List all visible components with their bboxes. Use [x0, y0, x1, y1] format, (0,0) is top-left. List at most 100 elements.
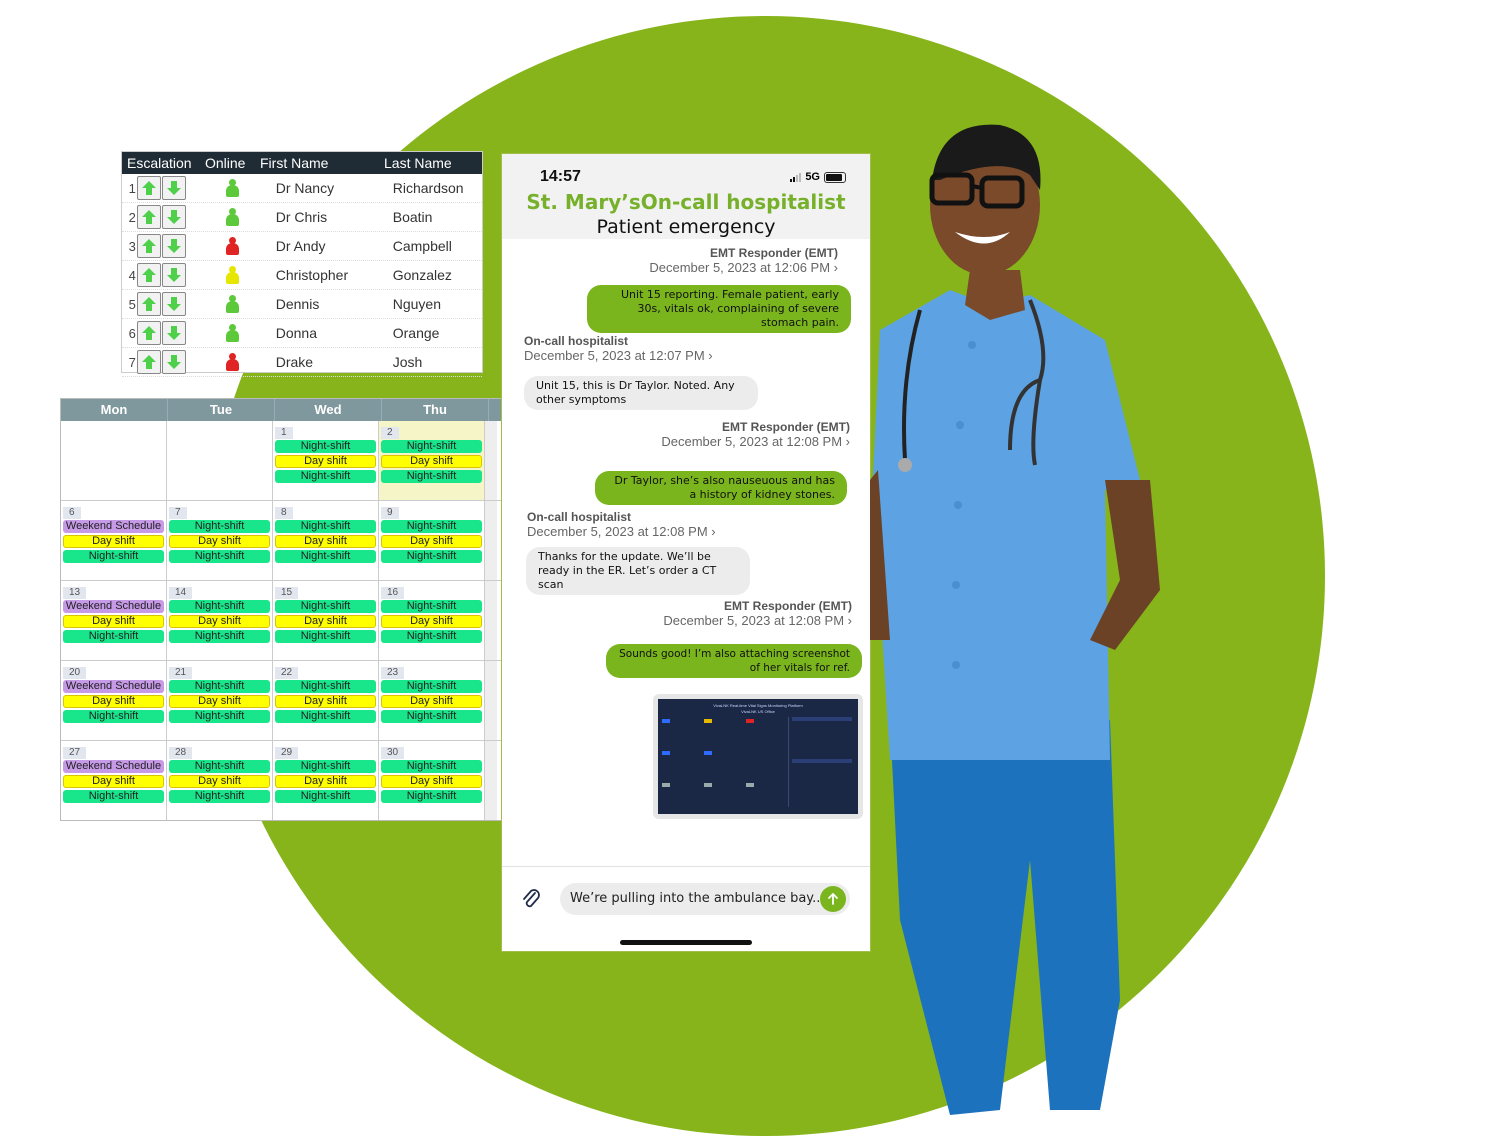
- move-up-button[interactable]: [136, 292, 161, 316]
- paperclip-icon[interactable]: [520, 887, 542, 916]
- calendar-day[interactable]: [61, 421, 167, 500]
- shift-event-night[interactable]: Night-shift: [381, 680, 482, 693]
- calendar-day[interactable]: 16 Night-shift Day shift Night-shift: [379, 581, 485, 660]
- calendar-day[interactable]: 6 Weekend Schedule Day shift Night-shift: [61, 501, 167, 580]
- message-timestamp[interactable]: December 5, 2023 at 12:08 PM: [661, 434, 842, 449]
- shift-event-night[interactable]: Night-shift: [169, 600, 270, 613]
- shift-event-day[interactable]: Day shift: [63, 695, 164, 708]
- shift-event-night[interactable]: Night-shift: [63, 790, 164, 803]
- shift-event-night[interactable]: Night-shift: [275, 550, 376, 563]
- shift-event-night[interactable]: Night-shift: [381, 710, 482, 723]
- shift-event-night[interactable]: Night-shift: [381, 600, 482, 613]
- calendar-day[interactable]: 8 Night-shift Day shift Night-shift: [273, 501, 379, 580]
- calendar-day[interactable]: 30 Night-shift Day shift Night-shift: [379, 741, 485, 820]
- message-input[interactable]: We’re pulling into the ambulance bay..: [560, 883, 850, 915]
- arrow-up-icon: [140, 266, 158, 284]
- shift-event-night[interactable]: Night-shift: [275, 470, 376, 483]
- shift-event-day[interactable]: Day shift: [381, 455, 482, 468]
- calendar-day[interactable]: 1 Night-shift Day shift Night-shift: [273, 421, 379, 500]
- send-button[interactable]: [820, 886, 846, 912]
- move-down-button[interactable]: [161, 176, 186, 200]
- shift-event-night[interactable]: Night-shift: [381, 440, 482, 453]
- move-up-button[interactable]: [136, 263, 161, 287]
- calendar-day[interactable]: 29 Night-shift Day shift Night-shift: [273, 741, 379, 820]
- shift-event-day[interactable]: Day shift: [275, 695, 376, 708]
- last-name: Campbell: [392, 238, 452, 254]
- calendar-day[interactable]: 9 Night-shift Day shift Night-shift: [379, 501, 485, 580]
- calendar-day[interactable]: 14 Night-shift Day shift Night-shift: [167, 581, 273, 660]
- shift-event-day[interactable]: Day shift: [63, 535, 164, 548]
- shift-event-day[interactable]: Day shift: [381, 775, 482, 788]
- move-down-button[interactable]: [161, 292, 186, 316]
- shift-event-day[interactable]: Day shift: [275, 775, 376, 788]
- move-up-button[interactable]: [136, 176, 161, 200]
- calendar-day[interactable]: 2 Night-shift Day shift Night-shift: [379, 421, 485, 500]
- calendar-day[interactable]: 7 Night-shift Day shift Night-shift: [167, 501, 273, 580]
- calendar-day[interactable]: 21 Night-shift Day shift Night-shift: [167, 661, 273, 740]
- calendar-day[interactable]: 15 Night-shift Day shift Night-shift: [273, 581, 379, 660]
- shift-event-night[interactable]: Night-shift: [169, 790, 270, 803]
- shift-event-weekend[interactable]: Weekend Schedule: [63, 760, 164, 773]
- move-down-button[interactable]: [161, 205, 186, 229]
- shift-event-night[interactable]: Night-shift: [63, 630, 164, 643]
- shift-event-day[interactable]: Day shift: [169, 535, 270, 548]
- shift-event-weekend[interactable]: Weekend Schedule: [63, 520, 164, 533]
- calendar-day[interactable]: [167, 421, 273, 500]
- shift-event-weekend[interactable]: Weekend Schedule: [63, 600, 164, 613]
- shift-event-night[interactable]: Night-shift: [169, 520, 270, 533]
- shift-event-night[interactable]: Night-shift: [63, 710, 164, 723]
- calendar-day[interactable]: 20 Weekend Schedule Day shift Night-shift: [61, 661, 167, 740]
- move-down-button[interactable]: [161, 234, 186, 258]
- calendar-day[interactable]: 22 Night-shift Day shift Night-shift: [273, 661, 379, 740]
- shift-event-day[interactable]: Day shift: [169, 615, 270, 628]
- shift-event-night[interactable]: Night-shift: [169, 760, 270, 773]
- shift-event-day[interactable]: Day shift: [275, 615, 376, 628]
- shift-event-day[interactable]: Day shift: [381, 695, 482, 708]
- move-up-button[interactable]: [136, 350, 161, 374]
- message-timestamp[interactable]: December 5, 2023 at 12:08 PM: [663, 613, 844, 628]
- status-time: 14:57: [540, 168, 581, 185]
- shift-event-day[interactable]: Day shift: [63, 775, 164, 788]
- shift-event-night[interactable]: Night-shift: [381, 790, 482, 803]
- shift-event-night[interactable]: Night-shift: [275, 680, 376, 693]
- move-down-button[interactable]: [161, 350, 186, 374]
- vitals-screenshot-attachment[interactable]: VivaLNK Real-time Vital Signs Monitoring…: [653, 694, 863, 819]
- shift-event-day[interactable]: Day shift: [63, 615, 164, 628]
- shift-event-night[interactable]: Night-shift: [275, 790, 376, 803]
- shift-event-night[interactable]: Night-shift: [169, 680, 270, 693]
- shift-event-day[interactable]: Day shift: [275, 535, 376, 548]
- shift-event-night[interactable]: Night-shift: [275, 710, 376, 723]
- shift-event-day[interactable]: Day shift: [381, 535, 482, 548]
- shift-event-night[interactable]: Night-shift: [63, 550, 164, 563]
- shift-event-night[interactable]: Night-shift: [381, 630, 482, 643]
- shift-event-day[interactable]: Day shift: [275, 455, 376, 468]
- message-timestamp[interactable]: December 5, 2023 at 12:08 PM: [527, 524, 708, 539]
- shift-event-night[interactable]: Night-shift: [275, 630, 376, 643]
- shift-event-night[interactable]: Night-shift: [381, 520, 482, 533]
- move-down-button[interactable]: [161, 263, 186, 287]
- move-up-button[interactable]: [136, 205, 161, 229]
- shift-event-night[interactable]: Night-shift: [275, 760, 376, 773]
- shift-event-night[interactable]: Night-shift: [275, 520, 376, 533]
- calendar-day[interactable]: 13 Weekend Schedule Day shift Night-shift: [61, 581, 167, 660]
- message-timestamp[interactable]: December 5, 2023 at 12:06 PM: [649, 260, 830, 275]
- calendar-day[interactable]: 23 Night-shift Day shift Night-shift: [379, 661, 485, 740]
- shift-event-day[interactable]: Day shift: [169, 775, 270, 788]
- shift-event-night[interactable]: Night-shift: [275, 440, 376, 453]
- shift-event-night[interactable]: Night-shift: [381, 760, 482, 773]
- move-up-button[interactable]: [136, 234, 161, 258]
- move-up-button[interactable]: [136, 321, 161, 345]
- shift-event-night[interactable]: Night-shift: [381, 550, 482, 563]
- shift-event-night[interactable]: Night-shift: [169, 550, 270, 563]
- shift-event-night[interactable]: Night-shift: [169, 630, 270, 643]
- move-down-button[interactable]: [161, 321, 186, 345]
- calendar-day[interactable]: 28 Night-shift Day shift Night-shift: [167, 741, 273, 820]
- calendar-day[interactable]: 27 Weekend Schedule Day shift Night-shift: [61, 741, 167, 820]
- shift-event-night[interactable]: Night-shift: [381, 470, 482, 483]
- shift-event-day[interactable]: Day shift: [169, 695, 270, 708]
- shift-event-night[interactable]: Night-shift: [275, 600, 376, 613]
- shift-event-weekend[interactable]: Weekend Schedule: [63, 680, 164, 693]
- message-timestamp[interactable]: December 5, 2023 at 12:07 PM: [524, 348, 705, 363]
- shift-event-night[interactable]: Night-shift: [169, 710, 270, 723]
- shift-event-day[interactable]: Day shift: [381, 615, 482, 628]
